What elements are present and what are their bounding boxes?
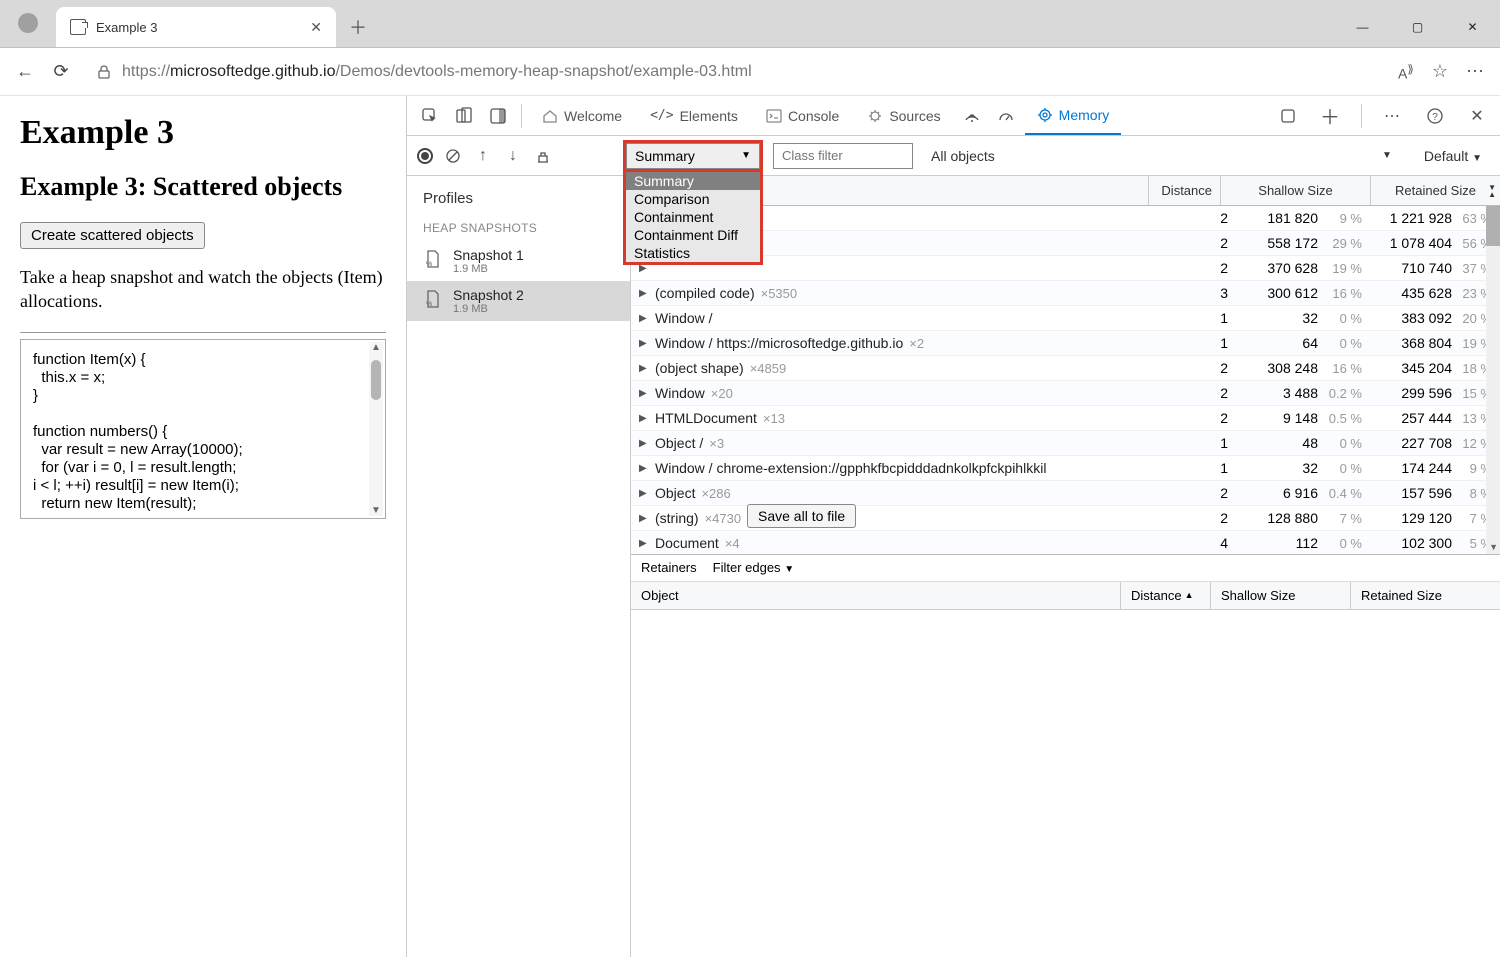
tab-elements[interactable]: </>Elements [638,96,750,135]
retainers-body[interactable] [631,610,1500,957]
svg-text:%: % [426,301,432,308]
profiles-header: Profiles [407,186,630,211]
snapshot-icon: % [423,289,443,309]
inspect-icon[interactable] [415,101,445,131]
tab-title: Example 3 [96,20,300,35]
tab-welcome[interactable]: Welcome [530,96,634,135]
heap-row[interactable]: ▶Object×28626 9160.4 %157 5968 % [631,481,1500,506]
browser-tab[interactable]: Example 3 ✕ [56,7,336,47]
tab-sources[interactable]: Sources [855,96,952,135]
tab-close-button[interactable]: ✕ [310,19,322,36]
col-distance[interactable]: Distance [1148,176,1220,205]
lock-icon [96,64,112,80]
page-paragraph: Take a heap snapshot and watch the objec… [20,265,386,314]
perspective-dropdown: Summary Comparison Containment Containme… [623,172,763,265]
tab-console[interactable]: Console [754,96,851,135]
address-bar: ← ⟳ https://microsoftedge.github.io/Demo… [0,48,1500,96]
retainers-header: Object Distance ▲ Shallow Size Retained … [631,582,1500,610]
refresh-button[interactable]: ⟳ [50,61,72,83]
window-maximize[interactable]: ▢ [1390,7,1445,47]
dropdown-item[interactable]: Containment Diff [626,226,760,244]
import-button[interactable]: ↑ [473,146,493,166]
page-h1: Example 3 [20,114,386,152]
heap-area: Constructor Distance Shallow Size Retain… [631,176,1500,957]
profiles-section: HEAP SNAPSHOTS [407,211,630,241]
profiles-sidebar: Profiles HEAP SNAPSHOTS % Snapshot 11.9 … [407,176,631,957]
dropdown-item[interactable]: Comparison [626,190,760,208]
back-button[interactable]: ← [14,61,36,83]
new-tab-button[interactable]: ＋ [342,11,374,43]
divider [20,332,386,333]
url-text: https://microsoftedge.github.io/Demos/de… [122,63,752,81]
default-select[interactable]: Default ▼ [1416,148,1490,164]
heap-row[interactable]: ▶Window /1320 %383 09220 % [631,306,1500,331]
ret-col-object[interactable]: Object [631,582,1120,609]
heap-scrollbar[interactable]: ▼ [1486,206,1500,554]
page-content: Example 3 Example 3: Scattered objects C… [0,96,406,957]
svg-text:%: % [426,261,432,268]
dropdown-item[interactable]: Statistics [626,244,760,262]
save-tooltip: Save all to file [747,504,856,528]
class-filter-input[interactable] [773,143,913,169]
devtools-panel: Welcome </>Elements Console Sources Memo… [406,96,1500,957]
perspective-select[interactable]: Summary▼ Summary Comparison Containment … [623,140,763,172]
heap-row[interactable]: ▶(compiled code)×53503300 61216 %435 628… [631,281,1500,306]
ret-col-shallow[interactable]: Shallow Size [1210,582,1350,609]
url-box[interactable]: https://microsoftedge.github.io/Demos/de… [86,63,1384,81]
export-button[interactable]: ↓ [503,146,523,166]
device-icon[interactable] [449,101,479,131]
window-close[interactable]: ✕ [1445,7,1500,47]
record-button[interactable] [417,148,433,164]
retainers-tab[interactable]: Retainers [641,560,697,575]
col-shallow[interactable]: Shallow Size [1220,176,1370,205]
heap-row[interactable]: ▶HTMLDocument×1329 1480.5 %257 44413 % [631,406,1500,431]
help-icon[interactable]: ? [1420,101,1450,131]
menu-icon[interactable]: ⋯ [1466,61,1486,82]
heap-row[interactable]: ▶Object /×31480 %227 70812 % [631,431,1500,456]
ret-col-distance[interactable]: Distance ▲ [1120,582,1210,609]
gc-button[interactable] [533,146,553,166]
devtools-tabbar: Welcome </>Elements Console Sources Memo… [407,96,1500,136]
create-objects-button[interactable]: Create scattered objects [20,222,205,249]
more-icon[interactable]: ⋯ [1378,101,1408,131]
heap-row[interactable]: ▶(object shape)×48592308 24816 %345 2041… [631,356,1500,381]
browser-titlebar: Example 3 ✕ ＋ — ▢ ✕ [0,0,1500,48]
memory-toolbar: ↑ ↓ Summary▼ Summary Comparison Containm… [407,136,1500,176]
dock-icon[interactable] [483,101,513,131]
read-aloud-icon[interactable]: A⟫ [1398,62,1414,82]
window-minimize[interactable]: — [1335,7,1390,47]
dropdown-item[interactable]: Containment [626,208,760,226]
scope-select[interactable]: All objects▼ [923,148,1406,164]
clear-button[interactable] [443,146,463,166]
heap-row[interactable]: ▶Window / chrome-extension://gpphkfbcpid… [631,456,1500,481]
close-devtools-icon[interactable]: ✕ [1462,101,1492,131]
snapshot-icon: % [423,249,443,269]
profile-avatar[interactable] [18,13,38,33]
svg-text:?: ? [1432,112,1438,123]
activity-icon[interactable] [1273,101,1303,131]
code-scrollbar[interactable]: ▲▼ [369,342,383,516]
performance-icon[interactable] [991,101,1021,131]
snapshot-item[interactable]: % Snapshot 21.9 MB [407,281,630,321]
col-retained[interactable]: Retained Size▼▲ [1370,176,1500,205]
code-text: function Item(x) { this.x = x; } functio… [33,351,243,512]
retainers-toolbar: Retainers Filter edges ▼ [631,554,1500,582]
page-h2: Example 3: Scattered objects [20,172,386,202]
ret-col-retained[interactable]: Retained Size [1350,582,1500,609]
favorite-icon[interactable]: ☆ [1432,61,1448,82]
page-icon [70,19,86,35]
network-icon[interactable] [957,101,987,131]
heap-row[interactable]: ▶Window / https://microsoftedge.github.i… [631,331,1500,356]
snapshot-item[interactable]: % Snapshot 11.9 MB [407,241,630,281]
heap-row[interactable]: ▶Window×2023 4880.2 %299 59615 % [631,381,1500,406]
tab-memory[interactable]: Memory [1025,96,1122,135]
heap-row[interactable]: ▶Document×441120 %102 3005 % [631,531,1500,554]
add-tab-icon[interactable]: ＋ [1315,101,1345,131]
dropdown-item[interactable]: Summary [626,172,760,190]
code-box[interactable]: function Item(x) { this.x = x; } functio… [20,339,386,519]
filter-edges-select[interactable]: Filter edges ▼ [713,560,794,575]
